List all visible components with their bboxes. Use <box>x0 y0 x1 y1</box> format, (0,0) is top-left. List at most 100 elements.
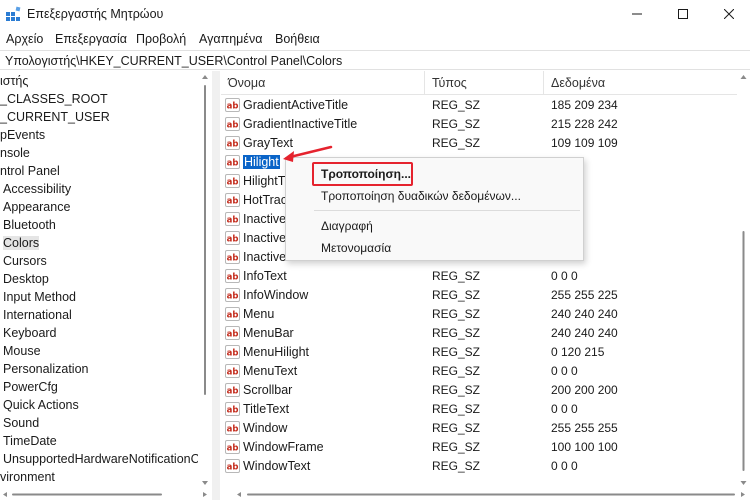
menu-help[interactable]: Βοήθεια <box>275 32 320 46</box>
tree-item[interactable]: Colors <box>3 234 40 252</box>
table-row[interactable]: ab Menu REG_SZ 240 240 240 <box>221 305 737 324</box>
value-name: InfoText <box>243 269 287 283</box>
string-value-icon: ab <box>225 459 240 473</box>
list-header: Όνομα Τύπος Δεδομένα <box>221 71 737 95</box>
tree-item[interactable]: ιστής <box>0 72 28 90</box>
tree-item-label: _CLASSES_ROOT <box>0 92 108 106</box>
value-name: Menu <box>243 307 275 321</box>
table-row[interactable]: ab InfoWindow REG_SZ 255 255 225 <box>221 286 737 305</box>
tree-item[interactable]: vironment <box>0 468 55 486</box>
value-name: Scrollbar <box>243 383 293 397</box>
tree-item[interactable]: UnsupportedHardwareNotificationCa <box>3 450 198 468</box>
close-button[interactable] <box>706 0 750 28</box>
string-value-icon: ab <box>225 440 240 454</box>
tree-item[interactable]: Accessibility <box>3 180 71 198</box>
string-value-icon: ab <box>225 288 240 302</box>
column-divider[interactable] <box>543 71 544 95</box>
column-header-type[interactable]: Τύπος <box>432 76 467 90</box>
column-header-name[interactable]: Όνομα <box>228 76 265 90</box>
table-row[interactable]: ab Window REG_SZ 255 255 255 <box>221 419 737 438</box>
value-name: MenuText <box>243 364 298 378</box>
string-value-icon: ab <box>225 193 240 207</box>
table-row[interactable]: ab MenuText REG_SZ 0 0 0 <box>221 362 737 381</box>
table-row[interactable]: ab WindowText REG_SZ 0 0 0 <box>221 457 737 476</box>
context-rename[interactable]: Μετονομασία <box>321 241 391 255</box>
string-value-icon: ab <box>225 345 240 359</box>
tree-item[interactable]: Bluetooth <box>3 216 56 234</box>
string-value-icon: ab <box>225 402 240 416</box>
menu-file[interactable]: Αρχείο <box>6 32 43 46</box>
tree-item[interactable]: ntrol Panel <box>0 162 60 180</box>
value-name: GradientInactiveTitle <box>243 117 358 131</box>
registry-editor-icon <box>6 6 21 21</box>
svg-text:ab: ab <box>227 406 239 416</box>
tree-item[interactable]: Cursors <box>3 252 47 270</box>
value-type: REG_SZ <box>432 326 481 340</box>
value-name: Inactive <box>243 212 287 226</box>
address-bar[interactable]: Υπολογιστής\HKEY_CURRENT_USER\Control Pa… <box>0 50 750 70</box>
table-row[interactable]: ab GradientActiveTitle REG_SZ 185 209 234 <box>221 96 737 115</box>
column-header-data[interactable]: Δεδομένα <box>551 76 605 90</box>
tree-item[interactable]: TimeDate <box>3 432 57 450</box>
tree-vertical-scrollbar[interactable] <box>199 71 211 489</box>
maximize-button[interactable] <box>660 0 706 28</box>
menu-view[interactable]: Προβολή <box>136 32 186 46</box>
tree-horizontal-scrollbar[interactable] <box>0 489 211 500</box>
string-value-icon: ab <box>225 250 240 264</box>
string-value-icon: ab <box>225 98 240 112</box>
tree-item[interactable]: PowerCfg <box>3 378 58 396</box>
tree-item[interactable]: pEvents <box>0 126 45 144</box>
tree-item[interactable]: Quick Actions <box>3 396 79 414</box>
tree-item[interactable]: Personalization <box>3 360 88 378</box>
table-row[interactable]: ab WindowFrame REG_SZ 100 100 100 <box>221 438 737 457</box>
tree-item[interactable]: Mouse <box>3 342 41 360</box>
tree-item[interactable]: Sound <box>3 414 39 432</box>
values-list[interactable]: Όνομα Τύπος Δεδομένα ab GradientActiveTit… <box>221 71 737 489</box>
table-row[interactable]: ab TitleText REG_SZ 0 0 0 <box>221 400 737 419</box>
tree-item-label: Mouse <box>3 344 41 358</box>
svg-text:ab: ab <box>227 349 239 359</box>
tree-item[interactable]: International <box>3 306 72 324</box>
value-type: REG_SZ <box>432 383 481 397</box>
context-delete[interactable]: Διαγραφή <box>321 219 373 233</box>
tree-item[interactable]: Input Method <box>3 288 76 306</box>
tree-item[interactable]: _CURRENT_USER <box>0 108 110 126</box>
tree-item-label: Desktop <box>3 272 49 286</box>
table-row[interactable]: ab InfoText REG_SZ 0 0 0 <box>221 267 737 286</box>
tree-item-label: Bluetooth <box>3 218 56 232</box>
table-row[interactable]: ab MenuBar REG_SZ 240 240 240 <box>221 324 737 343</box>
value-data: 240 240 240 <box>551 307 618 321</box>
menu-edit[interactable]: Επεξεργασία <box>55 32 127 46</box>
pane-splitter[interactable] <box>212 71 220 500</box>
minimize-button[interactable] <box>614 0 660 28</box>
tree-item[interactable]: Desktop <box>3 270 49 288</box>
string-value-icon: ab <box>225 136 240 150</box>
list-horizontal-scrollbar[interactable] <box>221 489 750 500</box>
table-row[interactable]: ab Scrollbar REG_SZ 200 200 200 <box>221 381 737 400</box>
column-divider[interactable] <box>424 71 425 95</box>
value-data: 215 228 242 <box>551 117 618 131</box>
value-data: 200 200 200 <box>551 383 618 397</box>
menu-favorites[interactable]: Αγαπημένα <box>199 32 262 46</box>
svg-text:ab: ab <box>227 463 239 473</box>
value-name: HilightT <box>243 174 286 188</box>
context-modify-binary[interactable]: Τροποποίηση δυαδικών δεδομένων... <box>321 189 521 203</box>
tree-item-label: Keyboard <box>3 326 57 340</box>
key-tree[interactable]: ιστής _CLASSES_ROOT _CURRENT_USER pEvents ns… <box>0 71 198 489</box>
value-name: MenuHilight <box>243 345 310 359</box>
string-value-icon: ab <box>225 269 240 283</box>
menu-bar: Αρχείο Επεξεργασία Προβολή Αγαπημένα Βοή… <box>0 29 750 49</box>
svg-text:ab: ab <box>227 102 239 112</box>
value-data: 240 240 240 <box>551 326 618 340</box>
value-type: REG_SZ <box>432 440 481 454</box>
list-vertical-scrollbar[interactable] <box>737 71 750 489</box>
tree-item[interactable]: _CLASSES_ROOT <box>0 90 108 108</box>
tree-item[interactable]: Appearance <box>3 198 70 216</box>
string-value-icon: ab <box>225 421 240 435</box>
table-row[interactable]: ab GradientInactiveTitle REG_SZ 215 228 242 <box>221 115 737 134</box>
tree-item[interactable]: nsole <box>0 144 30 162</box>
table-row[interactable]: ab MenuHilight REG_SZ 0 120 215 <box>221 343 737 362</box>
value-data: 0 0 0 <box>551 364 578 378</box>
context-modify[interactable]: Τροποποίηση... <box>321 167 411 181</box>
tree-item[interactable]: Keyboard <box>3 324 57 342</box>
